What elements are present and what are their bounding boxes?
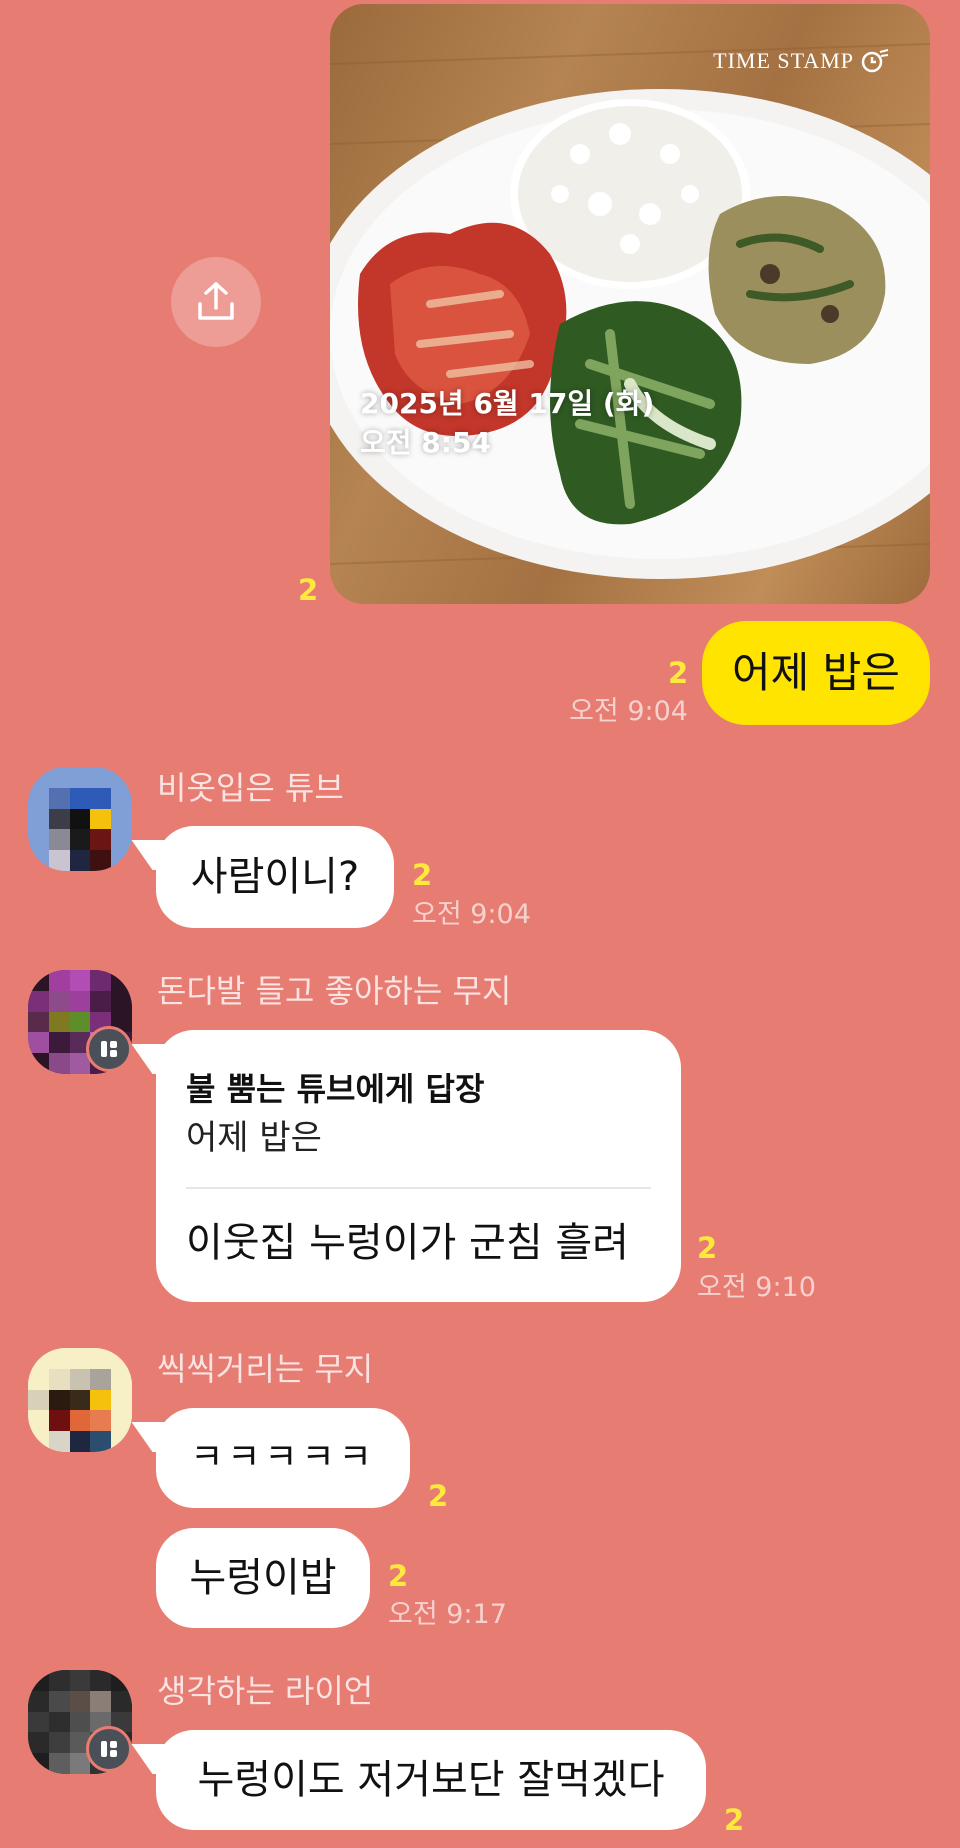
photo-unread-count: 2: [298, 573, 319, 607]
sender-name: 생각하는 라이언: [157, 1672, 374, 1710]
message-text: 누렁이밥: [189, 1555, 337, 1601]
message-bubble[interactable]: ㅋㅋㅋㅋㅋ: [156, 1408, 410, 1508]
reply-message-bubble[interactable]: 불 뿜는 튜브에게 답장 어제 밥은 이웃집 누렁이가 군침 흘려: [156, 1030, 681, 1302]
message-bubble[interactable]: 누렁이도 저거보단 잘먹겠다: [156, 1730, 706, 1830]
watermark-text: TIME STAMP: [713, 48, 854, 73]
unread-count: 2: [697, 1231, 718, 1265]
message-bubble[interactable]: 사람이니?: [156, 826, 394, 928]
upload-share-icon: [198, 282, 234, 320]
message-bubble[interactable]: 누렁이밥: [156, 1528, 370, 1628]
reply-divider: [186, 1187, 651, 1189]
message-text: 누렁이도 저거보단 잘먹겠다: [197, 1757, 665, 1803]
avatar-muzi-huffing[interactable]: [28, 1348, 132, 1452]
my-message-bubble[interactable]: 어제 밥은: [702, 621, 930, 725]
profile-badge-icon: [86, 1726, 132, 1772]
reply-to-label: 불 뿜는 튜브에게 답장: [186, 1070, 485, 1108]
photo-date-stamp: 2025년 6월 17일 (화): [360, 387, 655, 420]
unread-count: 2: [412, 858, 433, 892]
photo-time-stamp: 오전 8:54: [360, 426, 491, 459]
sender-name: 돈다발 들고 좋아하는 무지: [157, 972, 512, 1010]
profile-badge-icon: [86, 1026, 132, 1072]
sender-name: 씩씩거리는 무지: [157, 1350, 374, 1388]
food-photo[interactable]: TIME STAMP 2025년 6월 17일 (화) 오전 8:54: [330, 4, 930, 604]
message-time: 오전 9:17: [388, 1599, 507, 1630]
sender-name: 비옷입은 튜브: [157, 769, 344, 807]
my-message-unread-count: 2: [668, 656, 689, 690]
avatar-tube-raincoat[interactable]: [28, 767, 132, 871]
my-message-text: 어제 밥은: [732, 648, 900, 697]
share-button[interactable]: [171, 257, 261, 347]
message-time: 오전 9:04: [412, 899, 531, 930]
message-text: 이웃집 누렁이가 군침 흘려: [186, 1220, 629, 1266]
unread-count: 2: [724, 1803, 745, 1837]
message-time: 오전 9:10: [697, 1272, 816, 1303]
message-text: 사람이니?: [190, 854, 360, 900]
timestamp-watermark: TIME STAMP: [713, 48, 890, 74]
my-message-time: 오전 9:04: [569, 696, 688, 727]
food-photo-illustration: [330, 43, 930, 579]
unread-count: 2: [388, 1559, 409, 1593]
message-text: ㅋㅋㅋㅋㅋ: [190, 1437, 376, 1478]
clock-icon: [861, 49, 889, 73]
unread-count: 2: [428, 1479, 449, 1513]
quoted-text: 어제 밥은: [186, 1118, 322, 1158]
